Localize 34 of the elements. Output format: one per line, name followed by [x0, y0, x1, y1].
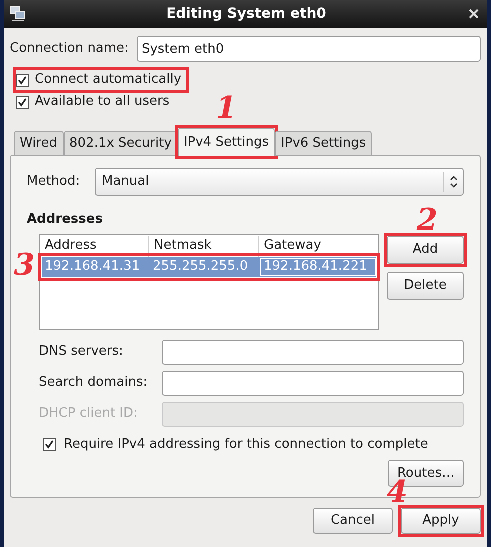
checkbox[interactable]: [16, 96, 29, 108]
field-label: Search domains:: [39, 374, 149, 392]
checkbox-label: Require IPv4 addressing for this connection to complete: [64, 436, 428, 454]
field-label: DHCP client ID:: [39, 405, 139, 424]
table-cell-text: 255.255.255.0: [152, 258, 250, 276]
annotation-number: 3: [14, 250, 35, 280]
network-icon: [10, 6, 26, 22]
annotation-number: 2: [417, 206, 438, 236]
annotation-number: 1: [216, 94, 237, 124]
window-title: Editing System eth0: [166, 4, 328, 24]
table-cell-text: 192.168.41.31: [44, 258, 142, 276]
checkbox[interactable]: [43, 438, 56, 451]
close-icon[interactable]: [467, 7, 481, 21]
button[interactable]: Add: [387, 236, 464, 264]
tab[interactable]: IPv4 Settings: [178, 128, 276, 156]
connection-name-field[interactable]: System eth0: [136, 36, 481, 62]
button[interactable]: Delete: [387, 272, 464, 300]
method-dropdown[interactable]: Manual: [95, 168, 464, 196]
table-cell: 192.168.41.221: [260, 258, 376, 276]
text-field[interactable]: [162, 370, 464, 396]
checkbox[interactable]: [16, 74, 29, 86]
button[interactable]: Apply: [401, 508, 481, 534]
button[interactable]: Cancel: [313, 508, 393, 534]
checkbox-label: Available to all users: [35, 93, 170, 112]
text-field[interactable]: [162, 340, 464, 364]
field-label: Connection name:: [10, 40, 129, 58]
field-label: DNS servers:: [39, 343, 124, 362]
section-heading: Addresses: [27, 211, 103, 229]
tab[interactable]: 802.1x Security: [64, 131, 178, 156]
checkbox-label: Connect automatically: [35, 71, 182, 90]
tab[interactable]: Wired: [14, 131, 64, 156]
field-label: Method:: [27, 173, 82, 192]
tab[interactable]: IPv6 Settings: [275, 131, 372, 156]
column-header[interactable]: Address: [40, 236, 148, 256]
